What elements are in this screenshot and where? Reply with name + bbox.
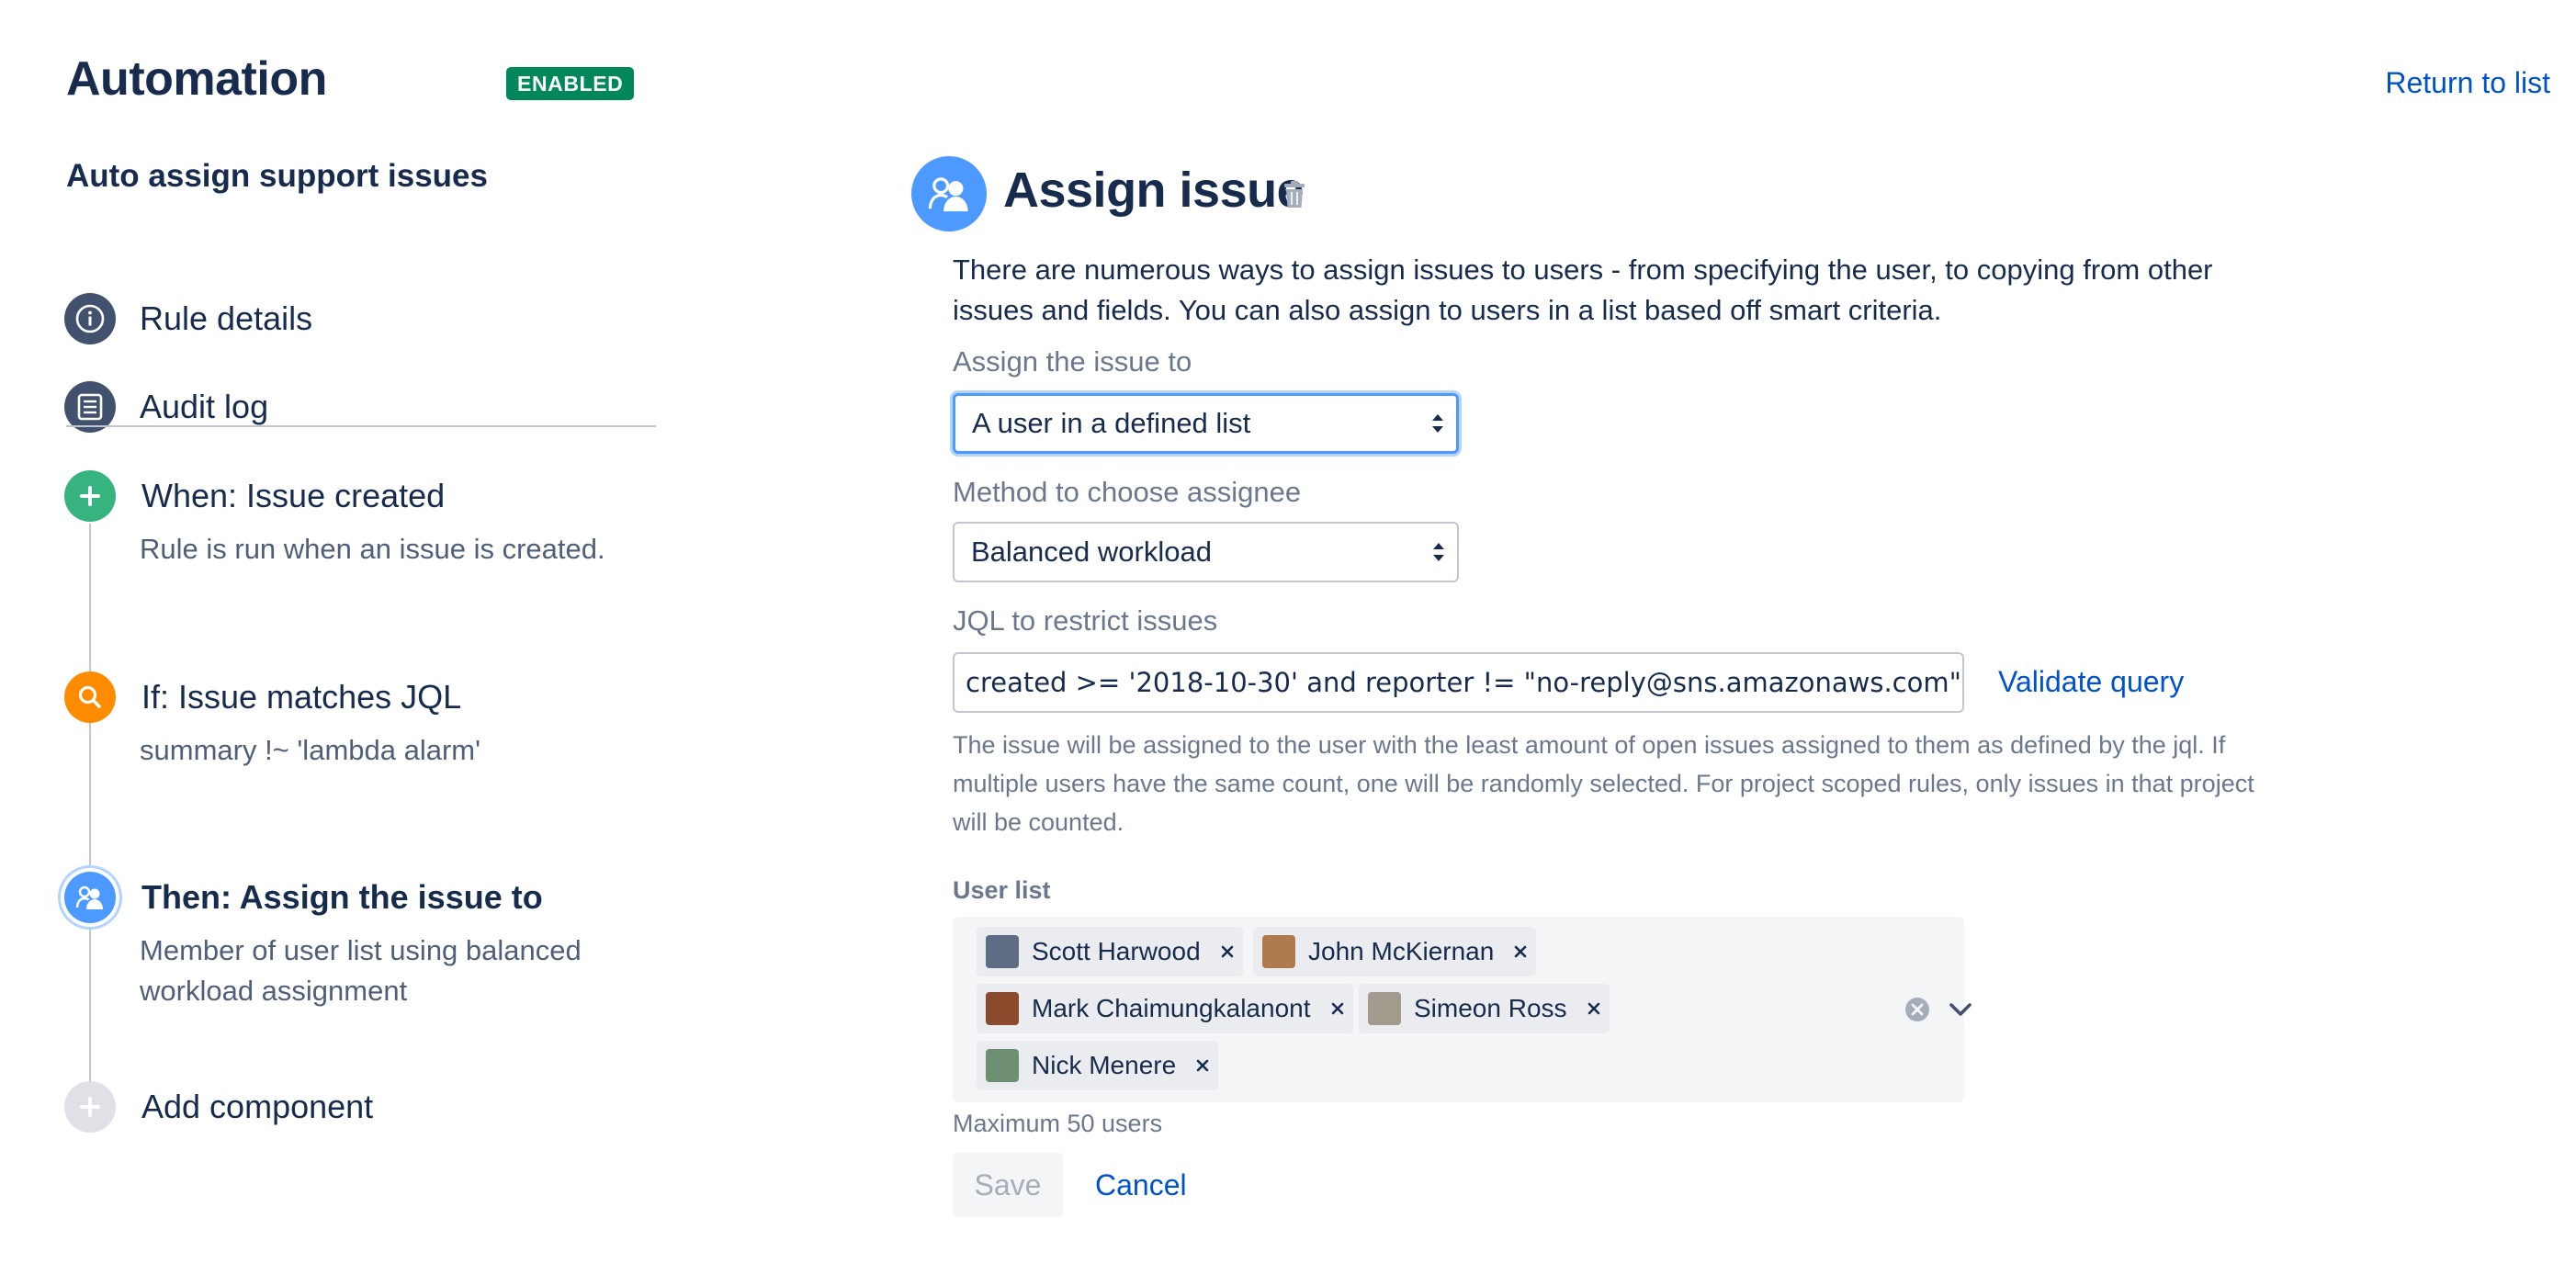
user-chip: John McKiernan (1253, 927, 1537, 976)
component-title: Assign issue (1003, 163, 1305, 218)
user-list-picker[interactable]: Scott Harwood John McKiernan Mark Chaimu… (953, 917, 1972, 1102)
user-list-label: User list (953, 876, 1051, 904)
avatar (986, 1049, 1019, 1082)
nav-item-rule-details[interactable]: Rule details (64, 293, 312, 344)
user-chip: Mark Chaimungkalanont (977, 984, 1353, 1033)
return-to-list-link[interactable]: Return to list (2385, 66, 2550, 100)
step-description: Member of user list using balanced workl… (140, 934, 582, 1007)
avatar (986, 992, 1019, 1025)
remove-user-icon[interactable] (1322, 993, 1353, 1024)
remove-user-icon[interactable] (1187, 1050, 1218, 1081)
assign-user-icon (911, 156, 987, 231)
nav-item-label: Audit log (140, 388, 269, 425)
user-chip-name: Mark Chaimungkalanont (1032, 994, 1311, 1022)
add-component-button[interactable]: Add component (64, 1081, 652, 1133)
assign-to-label: Assign the issue to (953, 345, 1192, 378)
rule-name: Auto assign support issues (66, 158, 488, 194)
step-title: If: Issue matches JQL (141, 678, 462, 716)
trash-icon[interactable] (1282, 180, 1306, 214)
chevron-down-icon[interactable] (1947, 996, 1974, 1028)
avatar (1262, 935, 1295, 968)
jql-help-text: The issue will be assigned to the user w… (953, 731, 2254, 836)
divider (66, 425, 656, 427)
nav-item-label: Rule details (140, 299, 313, 337)
jql-input[interactable]: created >= '2018-10-30' and reporter != … (953, 652, 1964, 713)
step-trigger-issue-created[interactable]: When: Issue created Rule is run when an … (64, 470, 652, 570)
save-button[interactable]: Save (953, 1153, 1063, 1217)
status-badge: ENABLED (506, 67, 635, 100)
remove-user-icon[interactable] (1505, 936, 1536, 967)
step-title: When: Issue created (141, 477, 446, 514)
assign-to-select[interactable]: A user in a defined list (953, 393, 1459, 454)
validate-query-link[interactable]: Validate query (1998, 665, 2184, 699)
user-chip-name: Nick Menere (1032, 1051, 1177, 1079)
select-value: A user in a defined list (972, 407, 1251, 439)
step-condition-jql[interactable]: If: Issue matches JQL summary !~ 'lambda… (64, 671, 652, 771)
max-users-hint: Maximum 50 users (953, 1110, 1163, 1137)
user-chip: Simeon Ross (1359, 984, 1610, 1033)
remove-user-icon[interactable] (1578, 993, 1610, 1024)
method-select[interactable]: Balanced workload (953, 522, 1459, 582)
plus-icon (64, 1081, 116, 1133)
select-value: Balanced workload (971, 536, 1212, 568)
user-chip: Scott Harwood (977, 927, 1243, 976)
step-description: summary !~ 'lambda alarm' (140, 734, 481, 766)
method-label: Method to choose assignee (953, 476, 1302, 508)
select-arrows-icon (1433, 543, 1444, 561)
cancel-button[interactable]: Cancel (1080, 1153, 1202, 1217)
info-icon (64, 293, 116, 344)
user-chip-name: Simeon Ross (1414, 994, 1567, 1022)
avatar (1368, 992, 1401, 1025)
jql-label: JQL to restrict issues (953, 604, 1218, 637)
step-description: Rule is run when an issue is created. (140, 533, 605, 565)
clear-all-icon[interactable] (1904, 996, 1931, 1028)
user-chip: Nick Menere (977, 1041, 1219, 1090)
user-chip-name: John McKiernan (1308, 937, 1495, 965)
step-title: Add component (141, 1088, 374, 1125)
component-description: There are numerous ways to assign issues… (953, 254, 2213, 326)
search-icon (64, 671, 116, 723)
assign-user-icon (64, 872, 116, 923)
select-arrows-icon (1432, 414, 1443, 433)
step-title: Then: Assign the issue to (141, 878, 543, 916)
plus-icon (64, 470, 116, 522)
user-chip-name: Scott Harwood (1032, 937, 1201, 965)
avatar (986, 935, 1019, 968)
page-title: Automation (66, 52, 327, 106)
remove-user-icon[interactable] (1212, 936, 1243, 967)
step-action-assign[interactable]: Then: Assign the issue to Member of user… (64, 872, 652, 1011)
